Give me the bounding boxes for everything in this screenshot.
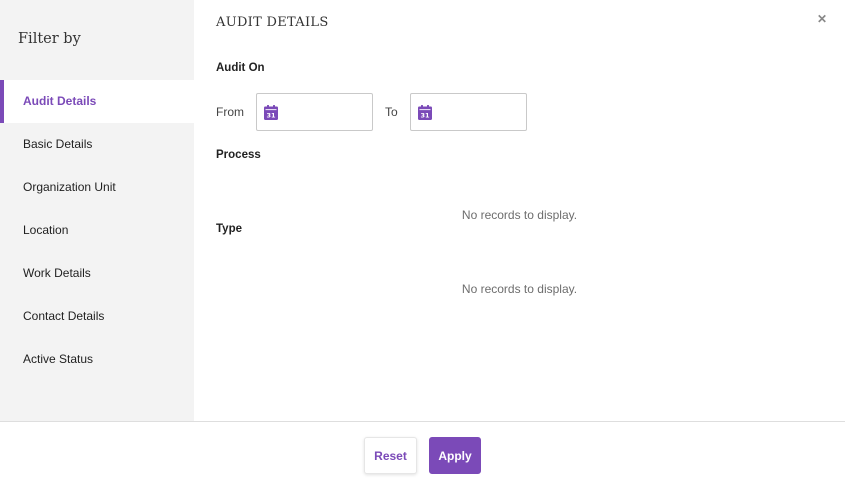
type-label: Type xyxy=(216,223,242,235)
audit-on-label: Audit On xyxy=(216,62,265,74)
section-title: AUDIT DETAILS xyxy=(216,15,329,30)
calendar-icon[interactable]: 31 xyxy=(418,105,432,120)
type-empty-message: No records to display. xyxy=(461,282,578,296)
sidebar-item-organization-unit[interactable]: Organization Unit xyxy=(0,166,194,209)
process-label: Process xyxy=(216,149,261,161)
close-icon[interactable]: ✕ xyxy=(816,12,828,26)
filter-modal: Filter by Audit Details Basic Details Or… xyxy=(0,0,845,487)
sidebar-title: Filter by xyxy=(18,31,81,47)
sidebar-item-work-details[interactable]: Work Details xyxy=(0,252,194,295)
process-empty-message: No records to display. xyxy=(461,208,578,222)
reset-button[interactable]: Reset xyxy=(364,437,417,474)
to-label: To xyxy=(385,105,398,119)
from-date-field[interactable]: 31 xyxy=(256,93,373,131)
sidebar-item-active-status[interactable]: Active Status xyxy=(0,338,194,381)
sidebar-item-location[interactable]: Location xyxy=(0,209,194,252)
svg-text:31: 31 xyxy=(266,112,276,120)
filter-nav: Audit Details Basic Details Organization… xyxy=(0,80,194,381)
sidebar-item-contact-details[interactable]: Contact Details xyxy=(0,295,194,338)
svg-text:31: 31 xyxy=(420,112,430,120)
sidebar-item-basic-details[interactable]: Basic Details xyxy=(0,123,194,166)
filter-sidebar: Filter by Audit Details Basic Details Or… xyxy=(0,0,194,421)
calendar-icon[interactable]: 31 xyxy=(264,105,278,120)
apply-button[interactable]: Apply xyxy=(429,437,481,474)
from-label: From xyxy=(216,105,244,119)
sidebar-item-audit-details[interactable]: Audit Details xyxy=(0,80,194,123)
to-date-field[interactable]: 31 xyxy=(410,93,527,131)
filter-content: AUDIT DETAILS ✕ Audit On From 31 To 31 P xyxy=(194,0,845,421)
modal-footer: Reset Apply xyxy=(0,421,845,487)
